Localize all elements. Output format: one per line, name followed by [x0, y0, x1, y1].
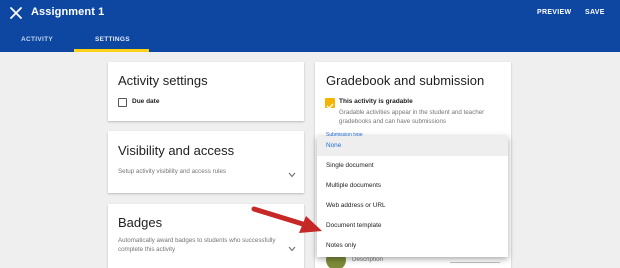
app-bar: Assignment 1 PREVIEW SAVE ACTIVITY SETTI… [0, 0, 620, 52]
gradable-description-line2: gradebooks and can have submissions [339, 118, 446, 125]
input-underline [450, 262, 500, 263]
badges-description-line2: complete this activity [118, 246, 176, 253]
activity-settings-card: Activity settings Due date [108, 62, 304, 121]
menu-item-document-template[interactable]: Document template [317, 216, 508, 236]
red-arrow-icon [251, 206, 322, 233]
tab-settings[interactable]: SETTINGS [95, 36, 130, 43]
tab-activity[interactable]: ACTIVITY [21, 36, 53, 43]
menu-item-web-address[interactable]: Web address or URL [317, 196, 508, 216]
gradable-checkbox[interactable] [325, 98, 335, 110]
submission-type-menu[interactable]: None Single document Multiple documents … [317, 136, 508, 257]
page-title: Assignment 1 [31, 6, 105, 18]
chevron-down-icon[interactable] [288, 172, 296, 178]
menu-item-multiple-documents[interactable]: Multiple documents [317, 176, 508, 196]
close-icon[interactable] [9, 6, 23, 20]
save-button[interactable]: SAVE [585, 9, 605, 16]
due-date-label: Due date [132, 98, 160, 105]
preview-button[interactable]: PREVIEW [537, 9, 571, 16]
badges-title: Badges [118, 215, 163, 230]
visibility-card[interactable]: Visibility and access Setup activity vis… [108, 131, 304, 193]
gradebook-title: Gradebook and submission [326, 73, 485, 88]
menu-item-single-document[interactable]: Single document [317, 156, 508, 176]
due-date-checkbox[interactable] [118, 98, 127, 107]
visibility-description: Setup activity visibility and access rul… [118, 168, 226, 175]
visibility-title: Visibility and access [118, 143, 235, 158]
menu-item-notes-only[interactable]: Notes only [317, 236, 508, 256]
chevron-down-icon[interactable] [288, 246, 296, 252]
menu-item-none[interactable]: None [317, 136, 508, 156]
check-icon [326, 103, 334, 110]
activity-settings-title: Activity settings [118, 73, 208, 88]
active-tab-indicator [74, 49, 149, 52]
gradable-label: This activity is gradable [339, 98, 413, 105]
